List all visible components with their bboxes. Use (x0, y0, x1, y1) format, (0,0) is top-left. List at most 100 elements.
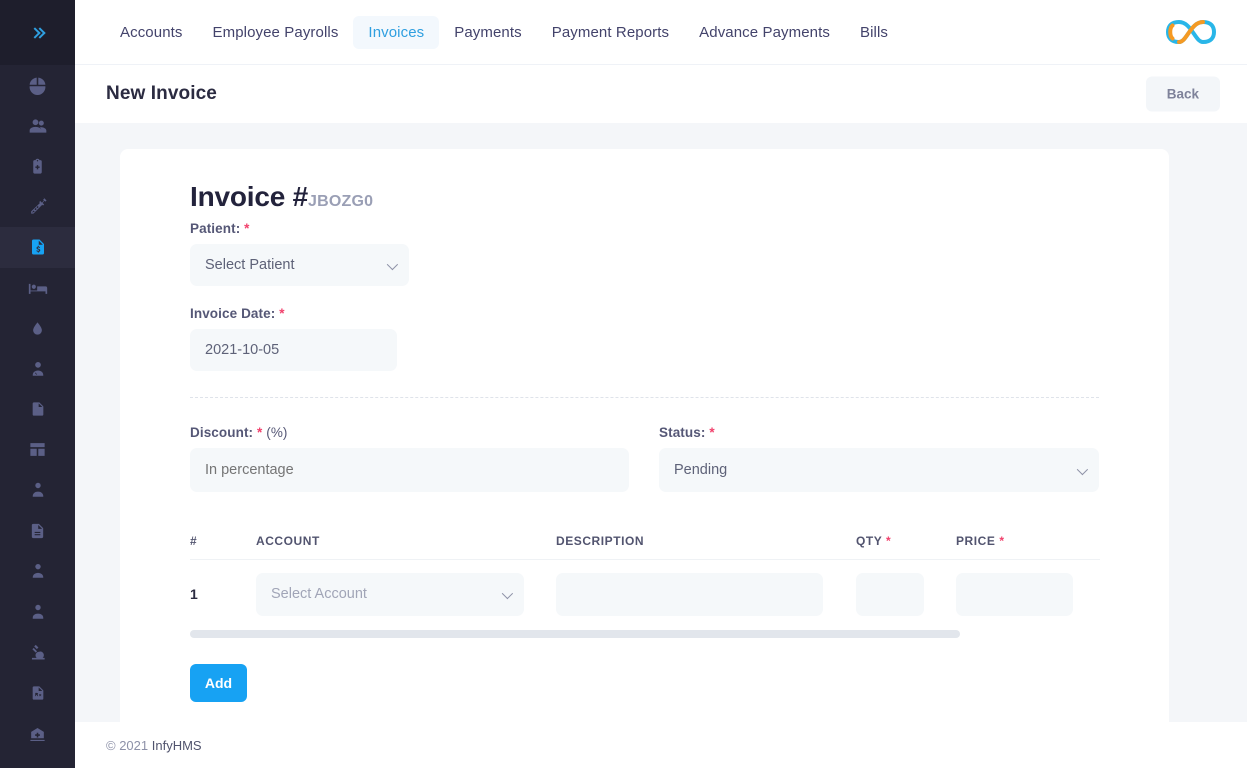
status-label: Status: * (659, 425, 1099, 440)
blood-drop-icon (30, 320, 45, 337)
discount-percent-suffix: (%) (266, 425, 287, 440)
footer-copyright: © 2021 InfyHMS (106, 738, 202, 753)
hospital-icon (28, 724, 47, 743)
footer-copyright-year: © 2021 (106, 738, 148, 753)
column-header-description: DESCRIPTION (556, 534, 856, 548)
discount-label-text: Discount: (190, 425, 253, 440)
qty-input[interactable] (856, 573, 924, 616)
invoice-heading: Invoice # JBOZG0 (190, 181, 1099, 213)
status-field-group: Status: * Pending (659, 425, 1099, 492)
discount-label: Discount: * (%) (190, 425, 629, 440)
nav-tabs: Accounts Employee Payrolls Invoices Paym… (105, 16, 903, 49)
account-select-value: Select Account (271, 586, 367, 602)
tab-advance-payments[interactable]: Advance Payments (684, 16, 845, 49)
package-box-icon (28, 440, 47, 459)
scrollbar-thumb[interactable] (190, 630, 960, 638)
sidebar-item-accounts[interactable] (0, 227, 75, 268)
column-header-price-text: PRICE (956, 534, 995, 548)
sidebar-item-blood-bank[interactable] (0, 308, 75, 349)
sidebar-item-cases[interactable] (0, 470, 75, 511)
column-header-account: ACCOUNT (256, 534, 556, 548)
description-input[interactable] (556, 573, 823, 616)
sidebar-item-medical-records[interactable] (0, 146, 75, 187)
invoice-document-icon (29, 238, 47, 256)
column-header-price: PRICE * (956, 534, 1100, 548)
sidebar-item-vaccinations[interactable] (0, 187, 75, 228)
microscope-icon (28, 643, 47, 662)
tab-accounts[interactable]: Accounts (105, 16, 198, 49)
horizontal-scrollbar[interactable] (190, 630, 1100, 638)
pie-chart-icon (28, 76, 47, 95)
users-icon (28, 116, 48, 136)
row-index: 1 (190, 586, 256, 602)
table-row: 1 Select Account (190, 560, 1100, 628)
page-title: New Invoice (106, 83, 217, 105)
top-navigation-bar: Accounts Employee Payrolls Invoices Paym… (75, 0, 1247, 65)
price-input[interactable] (956, 573, 1073, 616)
footer: © 2021 InfyHMS (75, 722, 1247, 768)
tab-payments[interactable]: Payments (439, 16, 537, 49)
sidebar-item-dashboard[interactable] (0, 65, 75, 106)
sidebar-item-doctors[interactable] (0, 551, 75, 592)
invoice-date-required-mark: * (279, 306, 284, 321)
staff-user-icon (29, 603, 47, 621)
tab-payment-reports[interactable]: Payment Reports (537, 16, 684, 49)
qty-required-mark: * (886, 534, 891, 548)
discount-status-row: Discount: * (%) Status: * Pending (190, 425, 1099, 492)
patient-select[interactable]: Select Patient (190, 244, 409, 286)
patient-label-text: Patient: (190, 221, 240, 236)
sidebar-item-documents[interactable] (0, 389, 75, 430)
invoice-date-label-text: Invoice Date: (190, 306, 275, 321)
account-select[interactable]: Select Account (256, 573, 524, 616)
invoice-date-input[interactable]: 2021-10-05 (190, 329, 397, 371)
sidebar-item-prescriptions[interactable] (0, 673, 75, 714)
sidebar-item-inventory[interactable] (0, 430, 75, 471)
tab-employee-payrolls[interactable]: Employee Payrolls (198, 16, 354, 49)
status-select[interactable]: Pending (659, 448, 1099, 492)
chevron-double-right-icon (31, 29, 44, 37)
row-price-cell (956, 573, 1100, 616)
table-header-row: # ACCOUNT DESCRIPTION QTY * PRICE * (190, 522, 1100, 560)
doctor-badge-icon (29, 562, 47, 580)
hospital-bed-icon (28, 278, 48, 298)
sidebar-toggle-button[interactable] (0, 0, 75, 65)
row-account-cell: Select Account (256, 573, 556, 616)
add-item-button[interactable]: Add (190, 664, 247, 702)
tab-bills[interactable]: Bills (845, 16, 903, 49)
chevron-down-icon (1077, 464, 1088, 475)
patient-icon (29, 481, 47, 499)
medical-clipboard-icon (29, 158, 46, 175)
discount-input[interactable] (190, 448, 629, 492)
sidebar-item-beds[interactable] (0, 268, 75, 309)
sidebar (0, 0, 75, 768)
invoice-form-card: Invoice # JBOZG0 Patient: * Select Patie… (120, 149, 1169, 761)
price-required-mark: * (999, 534, 1004, 548)
content-area: Invoice # JBOZG0 Patient: * Select Patie… (75, 123, 1247, 768)
prescription-icon (30, 684, 46, 702)
footer-brand: InfyHMS (152, 738, 202, 753)
syringe-icon (28, 197, 47, 216)
page-header: New Invoice Back (75, 65, 1247, 123)
sidebar-item-patients[interactable] (0, 106, 75, 147)
tab-invoices[interactable]: Invoices (353, 16, 439, 49)
sidebar-item-pathology[interactable] (0, 632, 75, 673)
sidebar-item-nurses[interactable] (0, 349, 75, 390)
document-icon (30, 400, 46, 418)
sidebar-item-hospital[interactable] (0, 713, 75, 754)
document-list-icon (29, 522, 46, 540)
invoice-date-value: 2021-10-05 (205, 342, 279, 358)
patient-select-value: Select Patient (205, 257, 294, 273)
invoice-items-table: # ACCOUNT DESCRIPTION QTY * PRICE * 1 (190, 522, 1100, 638)
back-button[interactable]: Back (1146, 77, 1220, 112)
invoice-number: JBOZG0 (308, 193, 373, 211)
row-qty-cell (856, 573, 956, 616)
column-header-number: # (190, 534, 256, 548)
discount-required-mark: * (257, 425, 262, 440)
patient-label: Patient: * (190, 221, 1099, 236)
sidebar-item-staff[interactable] (0, 592, 75, 633)
sidebar-item-reports[interactable] (0, 511, 75, 552)
status-required-mark: * (709, 425, 714, 440)
row-description-cell (556, 573, 856, 616)
column-header-qty: QTY * (856, 534, 956, 548)
invoice-heading-prefix: Invoice # (190, 181, 308, 213)
